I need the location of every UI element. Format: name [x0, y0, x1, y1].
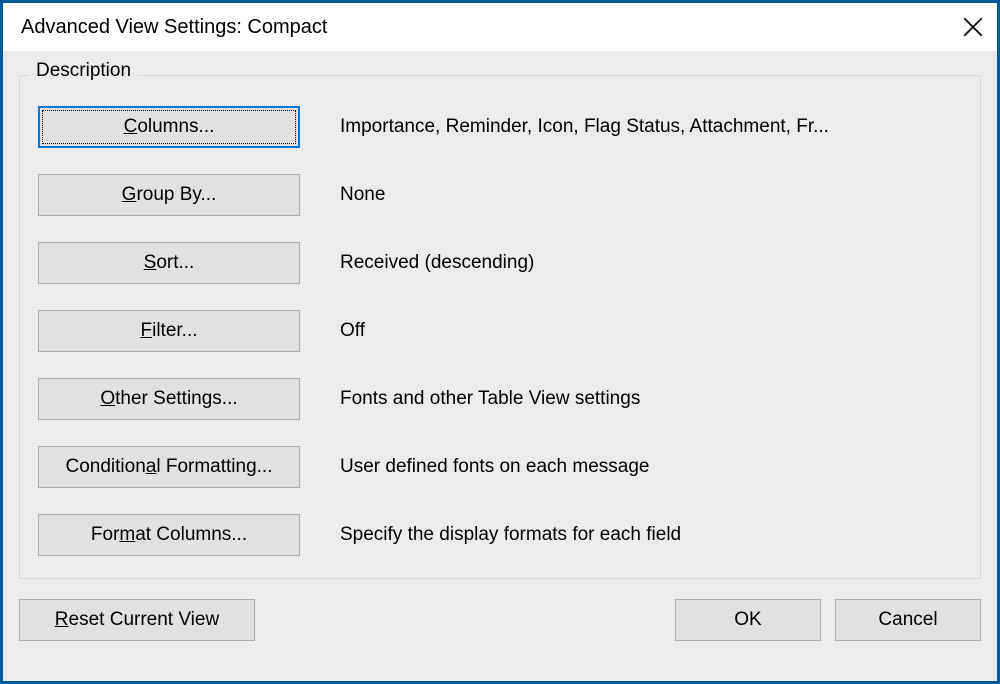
- row-filter: Filter... Off: [38, 310, 962, 352]
- cancel-button[interactable]: Cancel: [835, 599, 981, 641]
- description-fieldset: Description Columns... Importance, Remin…: [19, 75, 981, 579]
- filter-description: Off: [340, 320, 365, 342]
- close-icon[interactable]: [959, 13, 987, 41]
- sort-button[interactable]: Sort...: [38, 242, 300, 284]
- conditional-formatting-button[interactable]: Conditional Formatting...: [38, 446, 300, 488]
- reset-current-view-button[interactable]: Reset Current View: [19, 599, 255, 641]
- fieldset-legend: Description: [30, 60, 137, 82]
- dialog-footer: Reset Current View OK Cancel: [19, 599, 981, 641]
- row-other-settings: Other Settings... Fonts and other Table …: [38, 378, 962, 420]
- dialog-title: Advanced View Settings: Compact: [21, 16, 327, 39]
- format-columns-description: Specify the display formats for each fie…: [340, 524, 681, 546]
- advanced-view-settings-dialog: Advanced View Settings: Compact Descript…: [0, 0, 1000, 684]
- ok-button[interactable]: OK: [675, 599, 821, 641]
- titlebar: Advanced View Settings: Compact: [3, 3, 997, 51]
- columns-button[interactable]: Columns...: [38, 106, 300, 148]
- row-format-columns: Format Columns... Specify the display fo…: [38, 514, 962, 556]
- group-by-button[interactable]: Group By...: [38, 174, 300, 216]
- conditional-formatting-description: User defined fonts on each message: [340, 456, 649, 478]
- format-columns-button[interactable]: Format Columns...: [38, 514, 300, 556]
- other-settings-button[interactable]: Other Settings...: [38, 378, 300, 420]
- group-by-description: None: [340, 184, 385, 206]
- other-settings-description: Fonts and other Table View settings: [340, 388, 640, 410]
- row-groupby: Group By... None: [38, 174, 962, 216]
- filter-button[interactable]: Filter...: [38, 310, 300, 352]
- row-columns: Columns... Importance, Reminder, Icon, F…: [38, 106, 962, 148]
- dialog-content: Description Columns... Importance, Remin…: [3, 51, 997, 657]
- sort-description: Received (descending): [340, 252, 534, 274]
- row-conditional-formatting: Conditional Formatting... User defined f…: [38, 446, 962, 488]
- columns-description: Importance, Reminder, Icon, Flag Status,…: [340, 116, 829, 138]
- row-sort: Sort... Received (descending): [38, 242, 962, 284]
